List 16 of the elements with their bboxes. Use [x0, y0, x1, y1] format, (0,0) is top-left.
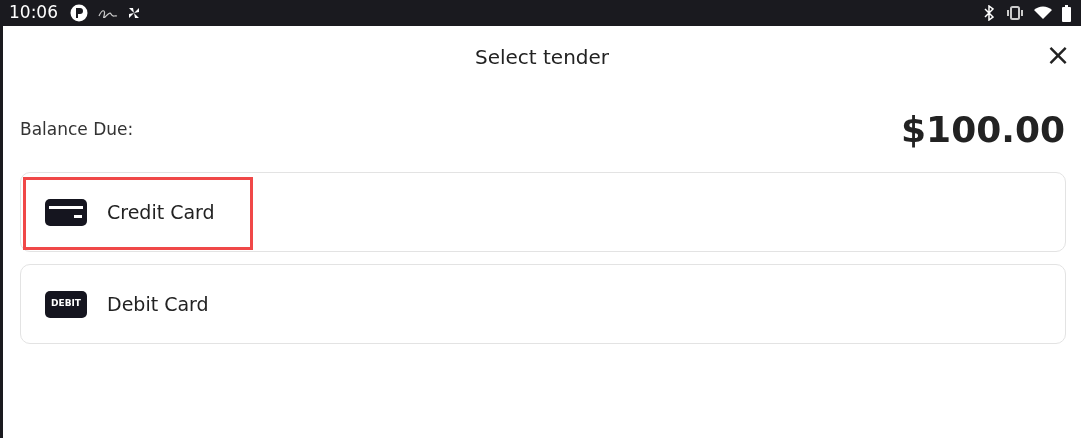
close-button[interactable]: × — [1043, 40, 1073, 70]
status-time: 10:06 — [9, 1, 58, 25]
bluetooth-icon — [984, 5, 994, 21]
dialog-title: Select tender — [474, 44, 610, 71]
vibrate-icon — [1006, 6, 1024, 20]
debit-badge: DEBIT — [45, 290, 87, 318]
tender-option[interactable]: Credit Card — [20, 172, 1066, 252]
app-icon — [70, 4, 88, 22]
credit-card-icon — [45, 198, 87, 226]
balance-amount: $100.00 — [901, 108, 1065, 152]
tender-option[interactable]: DEBIT Debit Card — [20, 264, 1066, 344]
balance-label: Balance Due: — [20, 118, 134, 142]
fan-icon — [128, 7, 140, 19]
signature-icon — [98, 8, 118, 18]
wifi-icon — [1034, 6, 1052, 20]
battery-icon — [1062, 4, 1071, 22]
